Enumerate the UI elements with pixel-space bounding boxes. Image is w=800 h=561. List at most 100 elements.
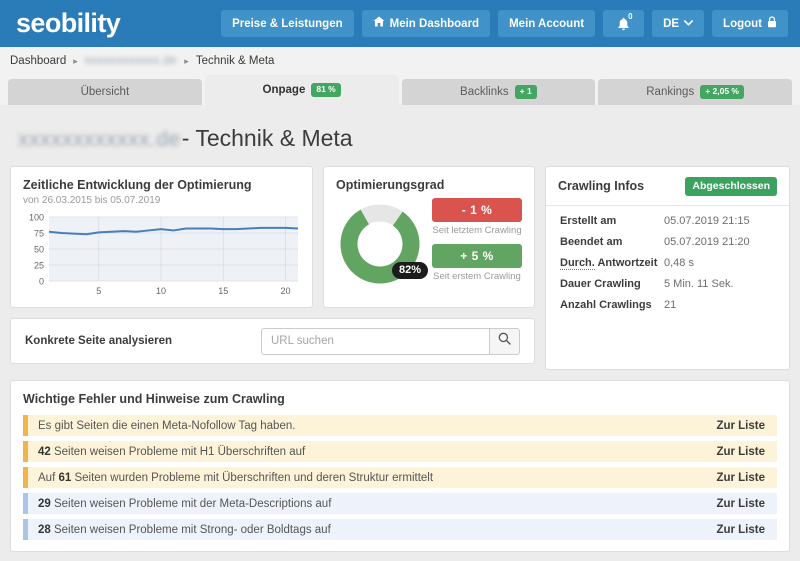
- mein-account-label: Mein Account: [509, 17, 585, 30]
- crawling-infos-title: Crawling Infos: [558, 179, 645, 194]
- crawling-value: 05.07.2019 21:15: [664, 214, 750, 227]
- crawling-key-rest: Antwortzeit: [594, 256, 658, 269]
- tab-backlinks[interactable]: Backlinks + 1: [401, 79, 596, 105]
- error-row[interactable]: 29 Seiten weisen Probleme mit der Meta-D…: [23, 493, 777, 514]
- error-row[interactable]: 42 Seiten weisen Probleme mit H1 Übersch…: [23, 441, 777, 462]
- svg-text:0: 0: [39, 277, 44, 287]
- tab-backlinks-label: Backlinks: [460, 86, 509, 98]
- delta-last-crawl-caption: Seit letztem Crawling: [432, 225, 522, 236]
- url-search-input[interactable]: [261, 327, 489, 355]
- logout-label: Logout: [723, 17, 762, 30]
- chevron-down-icon: [684, 18, 694, 30]
- logout-button[interactable]: Logout: [712, 10, 788, 37]
- crawling-value: 05.07.2019 21:20: [664, 235, 750, 248]
- breadcrumb-dashboard[interactable]: Dashboard: [10, 55, 66, 67]
- table-row: Erstellt am 05.07.2019 21:15: [560, 215, 777, 227]
- crawling-key: Dauer Crawling: [560, 277, 641, 290]
- mein-dashboard-label: Mein Dashboard: [389, 17, 480, 30]
- top-navigation-bar: seobility Preise & Leistungen Mein Dashb…: [0, 0, 800, 47]
- mein-account-button[interactable]: Mein Account: [498, 10, 596, 37]
- page-title-domain: xxxxxxxxxxxx.de: [18, 128, 181, 151]
- table-row: Durch. Antwortzeit 0,48 s: [560, 256, 777, 270]
- seobility-logo[interactable]: seobility: [12, 8, 121, 39]
- zur-liste-link[interactable]: Zur Liste: [716, 472, 765, 484]
- breadcrumb-separator-icon: ▸: [73, 55, 78, 66]
- svg-text:25: 25: [34, 261, 44, 271]
- breadcrumb-separator-icon-2: ▸: [184, 55, 189, 66]
- tab-onpage-label: Onpage: [262, 84, 306, 96]
- crawling-key: Beendet am: [560, 235, 623, 248]
- crawling-value: 0,48 s: [664, 256, 694, 269]
- zur-liste-link[interactable]: Zur Liste: [716, 446, 765, 458]
- main-tabs: Übersicht Onpage 81 % Backlinks + 1 Rank…: [0, 75, 800, 105]
- svg-text:75: 75: [34, 229, 44, 239]
- delta-first-crawl-caption: Seit erstem Crawling: [433, 271, 521, 282]
- url-search-button[interactable]: [489, 327, 520, 355]
- dashboard-top-row: Zeitliche Entwicklung der Optimierung vo…: [10, 166, 790, 370]
- home-icon: [373, 16, 385, 31]
- breadcrumb: Dashboard ▸ xxxxxxxxxxxx.de ▸ Technik & …: [0, 47, 800, 75]
- page-content: xxxxxxxxxxxx.de - Technik & Meta Zeitlic…: [0, 105, 800, 561]
- breadcrumb-domain[interactable]: xxxxxxxxxxxx.de: [85, 55, 178, 67]
- left-column: Zeitliche Entwicklung der Optimierung vo…: [10, 166, 535, 370]
- charts-row: Zeitliche Entwicklung der Optimierung vo…: [10, 166, 535, 308]
- search-icon: [498, 332, 511, 350]
- tab-uebersicht[interactable]: Übersicht: [8, 79, 202, 105]
- error-row-text: 28 Seiten weisen Probleme mit Strong- od…: [38, 523, 331, 536]
- delta-last-crawl-badge: - 1 %: [432, 198, 522, 222]
- zur-liste-link[interactable]: Zur Liste: [716, 420, 765, 432]
- error-row-text: 42 Seiten weisen Probleme mit H1 Übersch…: [38, 445, 306, 458]
- tab-rankings-badge: + 2,05 %: [700, 85, 744, 99]
- chart-subtitle: von 26.03.2015 bis 05.07.2019: [23, 195, 161, 206]
- tab-rankings[interactable]: Rankings + 2,05 %: [598, 79, 792, 105]
- crawling-infos-card: Crawling Infos Abgeschlossen Erstellt am…: [545, 166, 790, 370]
- line-chart: 0 25 50 75 100 5 10 15 20: [23, 213, 300, 299]
- table-row: Dauer Crawling 5 Min. 11 Sek.: [560, 278, 777, 290]
- mein-dashboard-button[interactable]: Mein Dashboard: [361, 10, 491, 37]
- tab-backlinks-badge: + 1: [514, 85, 537, 99]
- tab-rankings-label: Rankings: [646, 86, 695, 98]
- url-search-form: [261, 327, 520, 355]
- error-row-text: 29 Seiten weisen Probleme mit der Meta-D…: [38, 497, 332, 510]
- error-row[interactable]: Es gibt Seiten die einen Meta-Nofollow T…: [23, 415, 777, 436]
- crawling-infos-header: Crawling Infos Abgeschlossen: [546, 167, 789, 206]
- zur-liste-link[interactable]: Zur Liste: [716, 524, 765, 536]
- error-row-text: Auf 61 Seiten wurden Probleme mit Übersc…: [38, 471, 434, 484]
- zur-liste-link[interactable]: Zur Liste: [716, 498, 765, 510]
- crawling-key-abbr: Durch.: [560, 256, 595, 270]
- tab-onpage-badge: 81 %: [311, 83, 341, 97]
- svg-text:5: 5: [96, 286, 101, 296]
- crawling-key: Durch. Antwortzeit: [560, 256, 664, 270]
- crawling-key: Anzahl Crawlings: [560, 298, 652, 311]
- language-label: DE: [663, 17, 680, 30]
- preise-leistungen-button[interactable]: Preise & Leistungen: [221, 10, 354, 37]
- optimization-timeline-card: Zeitliche Entwicklung der Optimierung vo…: [10, 166, 313, 308]
- svg-text:20: 20: [281, 286, 291, 296]
- notifications-button[interactable]: 0: [603, 10, 645, 37]
- donut-percent-label: 82%: [391, 262, 428, 279]
- delta-first-crawl-badge: + 5 %: [432, 244, 522, 268]
- crawling-errors-card: Wichtige Fehler und Hinweise zum Crawlin…: [10, 380, 790, 552]
- error-row-count: 61: [58, 471, 72, 484]
- donut-body: 82% - 1 % Seit letztem Crawling + 5 % Se…: [336, 198, 522, 290]
- error-row[interactable]: 28 Seiten weisen Probleme mit Strong- od…: [23, 519, 777, 540]
- svg-text:50: 50: [34, 245, 44, 255]
- error-row-count: 42: [38, 445, 51, 458]
- url-analyze-card: Konkrete Seite analysieren: [10, 318, 535, 364]
- page-title: xxxxxxxxxxxx.de - Technik & Meta: [18, 125, 790, 152]
- svg-text:10: 10: [156, 286, 166, 296]
- lock-icon: [767, 16, 777, 32]
- tab-uebersicht-label: Übersicht: [80, 86, 130, 98]
- svg-text:100: 100: [29, 213, 44, 223]
- errors-title: Wichtige Fehler und Hinweise zum Crawlin…: [23, 392, 285, 406]
- table-row: Beendet am 05.07.2019 21:20: [560, 236, 777, 248]
- error-row-count: 29: [38, 497, 51, 510]
- error-row[interactable]: Auf 61 Seiten wurden Probleme mit Übersc…: [23, 467, 777, 488]
- page-title-suffix: - Technik & Meta: [181, 125, 353, 151]
- breadcrumb-current: Technik & Meta: [195, 55, 275, 67]
- preise-leistungen-label: Preise & Leistungen: [232, 17, 343, 30]
- error-row-text: Es gibt Seiten die einen Meta-Nofollow T…: [38, 419, 296, 432]
- language-selector[interactable]: DE: [652, 10, 705, 37]
- tab-onpage[interactable]: Onpage 81 %: [204, 75, 399, 105]
- errors-list: Es gibt Seiten die einen Meta-Nofollow T…: [23, 415, 777, 540]
